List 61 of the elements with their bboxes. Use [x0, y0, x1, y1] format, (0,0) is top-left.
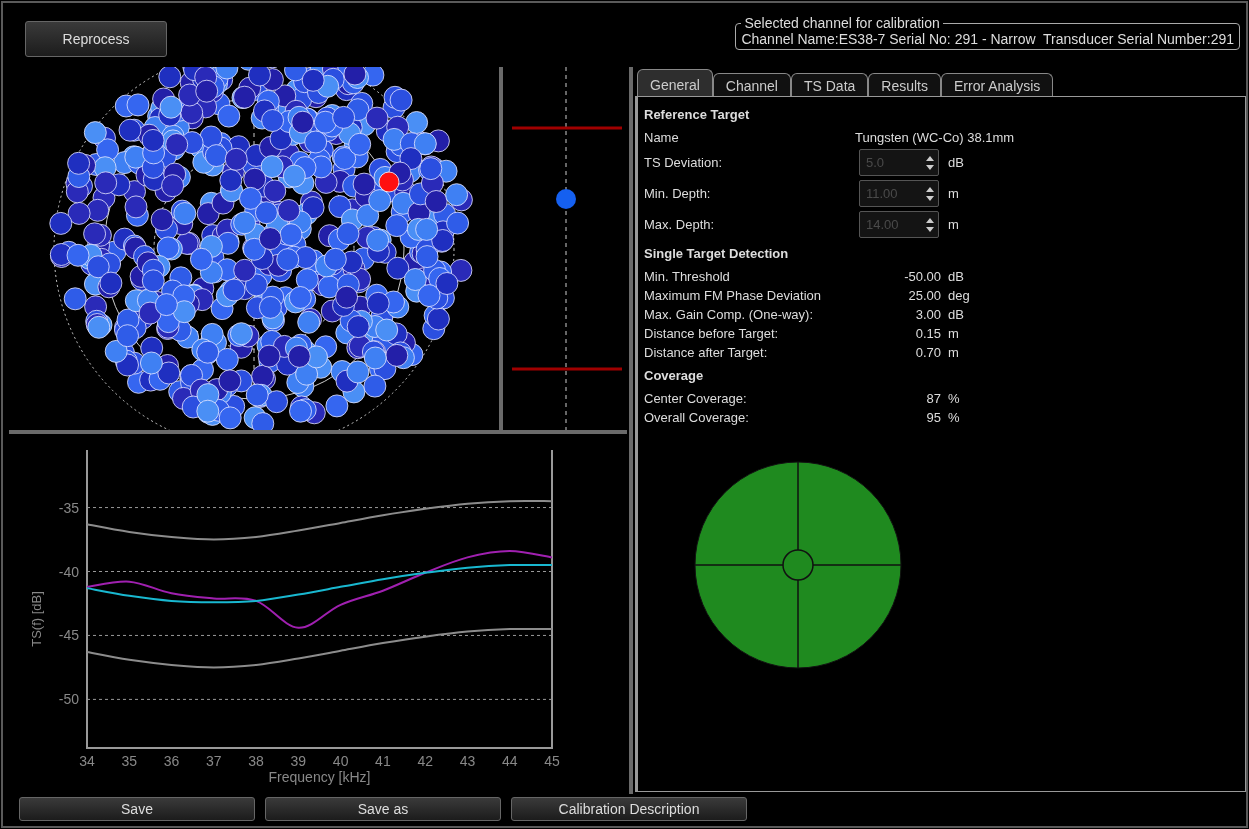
field-value: 25.00 — [907, 288, 941, 303]
field-label: Max. Depth: — [644, 217, 716, 232]
field-label: Center Coverage: — [644, 391, 748, 406]
field-value: 87 — [925, 391, 941, 406]
field-label: Min. Threshold — [644, 269, 731, 284]
unit-label: dB — [948, 269, 965, 284]
y-tick-label: -35 — [58, 499, 79, 516]
x-tick-label: 45 — [544, 753, 560, 769]
field-value: 0.15 — [914, 326, 941, 341]
group-title: Selected channel for calibration — [743, 15, 941, 31]
tab[interactable]: TS Data — [790, 73, 869, 96]
x-tick-label: 43 — [459, 753, 476, 769]
section-heading: Reference Target — [644, 107, 751, 122]
field-value: 95 — [925, 410, 941, 425]
x-tick-label: 38 — [248, 753, 264, 769]
unit-label: m — [948, 186, 960, 201]
tab[interactable]: Channel — [712, 73, 791, 96]
x-tick-label: 44 — [501, 753, 518, 769]
section-heading: Single Target Detection — [644, 246, 790, 261]
unit-label: m — [948, 345, 960, 360]
unit-label: % — [948, 410, 961, 425]
x-tick-label: 34 — [79, 753, 95, 769]
field-value: -50.00 — [903, 269, 941, 284]
field-value: 3.00 — [914, 307, 941, 322]
channel-info: Channel Name:ES38-7 Serial No: 291 - Narrow Transducer Serial Number:291 — [741, 31, 1234, 47]
field-label: Maximum FM Phase Deviation — [644, 288, 822, 303]
field-label: Min. Depth: — [644, 186, 712, 201]
save-button[interactable]: Save — [19, 797, 255, 821]
tab[interactable]: Error Analysis — [941, 73, 1054, 96]
y-tick-label: -45 — [58, 627, 79, 644]
x-tick-label: 35 — [121, 753, 138, 769]
x-tick-label: 36 — [163, 753, 180, 769]
field-label: Max. Gain Comp. (One-way): — [644, 307, 815, 322]
field-value: Tungsten (WC-Co) 38.1mm — [855, 130, 1016, 145]
reprocess-button[interactable]: Reprocess — [25, 21, 167, 57]
field-label: Overall Coverage: — [644, 410, 750, 425]
unit-label: deg — [948, 288, 971, 303]
field-label: Name — [644, 130, 680, 145]
field-label: Distance before Target: — [644, 326, 780, 341]
unit-label: m — [948, 217, 960, 232]
x-tick-label: 37 — [206, 753, 222, 769]
tab[interactable]: General — [637, 69, 713, 96]
description-button[interactable]: Calibration Description — [511, 797, 747, 821]
y-tick-label: -40 — [58, 563, 79, 580]
unit-label: m — [948, 326, 960, 341]
field-value: 0.70 — [914, 345, 941, 360]
y-axis-label: TS(f) [dB] — [29, 591, 44, 647]
field-label: TS Deviation: — [644, 155, 724, 170]
y-tick-label: -50 — [58, 691, 79, 708]
x-tick-label: 39 — [290, 753, 307, 769]
x-tick-label: 41 — [375, 753, 391, 769]
field-label: Distance after Target: — [644, 345, 769, 360]
unit-label: dB — [948, 155, 965, 170]
section-heading: Coverage — [644, 368, 705, 383]
x-axis-label: Frequency [kHz] — [268, 769, 371, 785]
unit-label: dB — [948, 307, 965, 322]
x-tick-label: 40 — [332, 753, 349, 769]
save-button[interactable]: Save as — [265, 797, 501, 821]
tab[interactable]: Results — [868, 73, 941, 96]
unit-label: % — [948, 391, 961, 406]
x-tick-label: 42 — [417, 753, 433, 769]
